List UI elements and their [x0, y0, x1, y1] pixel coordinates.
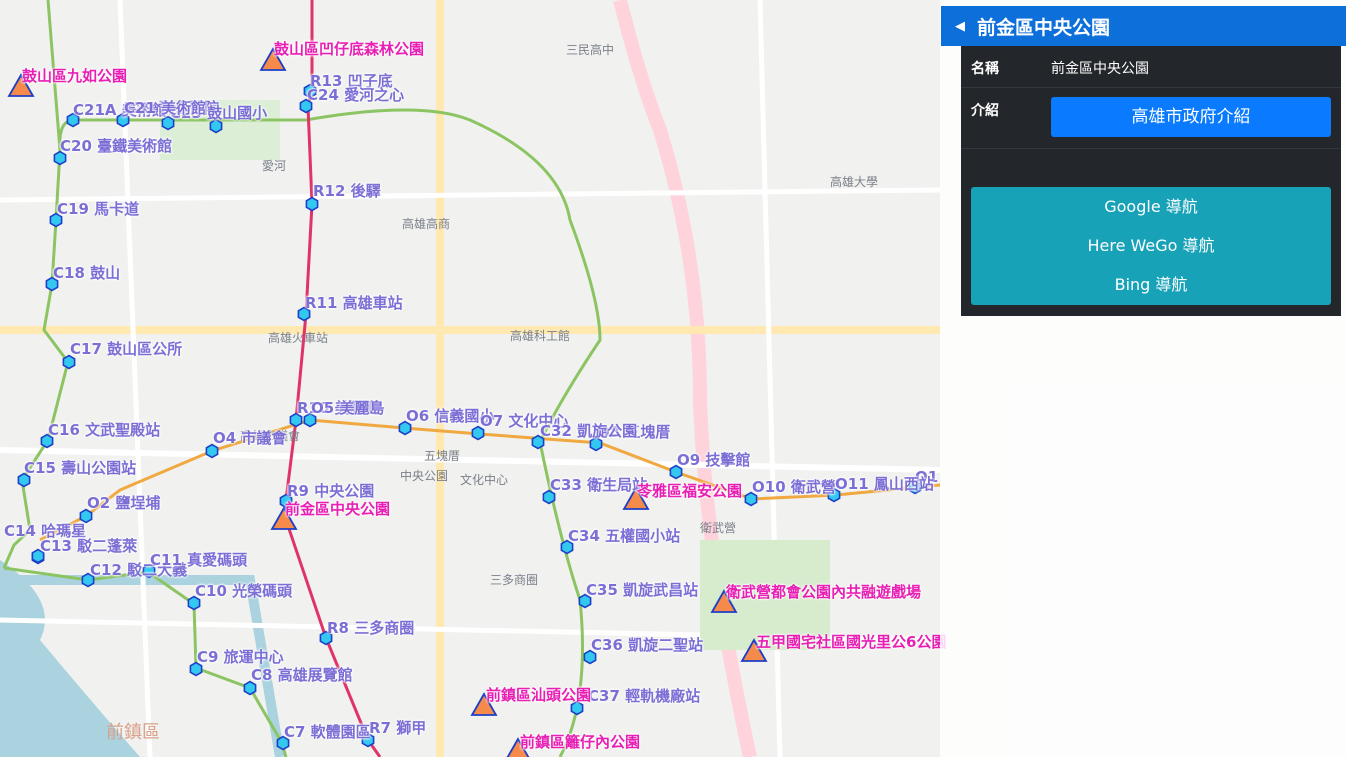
station-label-r8-5: R8 三多商圈: [327, 619, 415, 637]
bing-nav-button[interactable]: Bing 導航: [971, 265, 1331, 304]
navigation-buttons: Google 導航 Here WeGo 導航 Bing 導航: [971, 187, 1331, 305]
station-label-r11-2: R11 高雄車站: [305, 294, 403, 312]
station-label-c24-7: C24 愛河之心: [307, 86, 405, 104]
basemap-label: 文化中心: [460, 473, 509, 487]
intro-value: 高雄市政府介紹: [1041, 88, 1341, 148]
intro-key: 介紹: [971, 103, 999, 119]
station-label-c9-23: C9 旅運中心: [197, 648, 284, 666]
station-label-c33-37: C33 衛生局站: [550, 476, 648, 494]
chevron-left-icon[interactable]: ◀: [955, 19, 965, 34]
station-label-c36-40: C36 凱旋二聖站: [591, 636, 704, 654]
station-label-o11-35: O11 鳳山西站: [835, 475, 934, 493]
station-label-c34-38: C34 五權國小站: [568, 527, 681, 545]
park-label-1[interactable]: 鼓山區九如公園: [22, 69, 127, 84]
station-label-c18-14: C18 鼓山: [53, 264, 121, 282]
station-label-o5-29: O5 美麗島: [311, 399, 385, 417]
basemap-label: 五塊厝: [424, 449, 461, 463]
name-row: 名稱 前金區中央公園: [961, 46, 1341, 88]
basemap-label: 三民高中: [566, 43, 615, 57]
station-label-c11-21: C11 真愛碼頭: [150, 551, 248, 569]
station-label-c16-16: C16 文武聖殿站: [48, 421, 161, 439]
station-label-o9-33: O9 技擊館: [677, 451, 751, 469]
station-label-r12-1: R12 後驛: [313, 182, 381, 200]
station-label-c7-25: C7 軟體園區: [284, 723, 371, 741]
info-panel: 名稱 前金區中央公園 介紹 高雄市政府介紹 Google 導航 Here WeG…: [961, 46, 1341, 316]
park-label-2[interactable]: 前金區中央公園: [285, 502, 390, 517]
basemap-label: 中央公園: [400, 469, 449, 483]
basemap-label: 高雄大學: [830, 175, 879, 189]
station-label-c20-12: C20 臺鐵美術館: [60, 137, 173, 155]
park-label-0[interactable]: 鼓山區凹仔底森林公園: [274, 42, 424, 57]
station-label-c8-24: C8 高雄展覽館: [251, 666, 353, 684]
station-label-o4-28: O4 市議會: [213, 429, 287, 447]
station-label-c10-22: C10 光榮碼頭: [195, 582, 293, 600]
station-label-c21-11: C21 美術館: [124, 99, 207, 117]
name-value: 前金區中央公園: [1051, 61, 1149, 77]
name-key: 名稱: [971, 61, 999, 77]
station-label-c15-17: C15 壽山公園站: [24, 459, 137, 477]
info-panel-header[interactable]: ◀ 前金區中央公園: [941, 6, 1346, 46]
station-label-c17-15: C17 鼓山區公所: [70, 340, 183, 358]
station-label-r9-4: R9 中央公園: [287, 482, 375, 500]
station-label-r7-6: R7 獅甲: [369, 719, 427, 737]
park-label-6[interactable]: 前鎮區汕頭公園: [486, 688, 591, 703]
park-label-4[interactable]: 衛武營都會公園內共融遊戲場: [726, 585, 921, 600]
government-intro-button[interactable]: 高雄市政府介紹: [1051, 97, 1331, 137]
basemap-label: 高雄科工館: [510, 329, 571, 343]
basemap-label: 三多商圈: [490, 573, 539, 587]
google-nav-button[interactable]: Google 導航: [971, 187, 1331, 226]
station-label-c13-19: C13 駁二蓬萊: [40, 537, 138, 555]
herewego-nav-button[interactable]: Here WeGo 導航: [971, 226, 1331, 265]
panel-title: 前金區中央公園: [977, 16, 1111, 39]
park-label-5[interactable]: 五甲國宅社區國光里公6公園: [756, 635, 946, 650]
district-label: 前鎮區: [106, 722, 160, 743]
park-label-3[interactable]: 苓雅區福安公園: [637, 484, 742, 499]
basemap-label: 高雄火車站: [268, 331, 329, 345]
intro-row: 介紹 高雄市政府介紹: [961, 88, 1341, 149]
park-label-7[interactable]: 前鎮區籬仔內公園: [520, 735, 640, 750]
station-label-o2-27: O2 鹽埕埔: [87, 494, 161, 512]
station-label-c19-13: C19 馬卡道: [57, 200, 140, 218]
station-label-c37-41: C37 輕軌機廠站: [588, 687, 701, 705]
basemap-label: 高雄高商: [402, 217, 451, 231]
station-label-c35-39: C35 凱旋武昌站: [586, 581, 699, 599]
station-label-o10-34: O10 衛武營: [752, 478, 836, 496]
station-label-c32-36: C32 凱旋公園: [540, 422, 638, 440]
basemap-label: 衛武營: [700, 521, 737, 535]
basemap-label: 愛河: [262, 159, 287, 173]
